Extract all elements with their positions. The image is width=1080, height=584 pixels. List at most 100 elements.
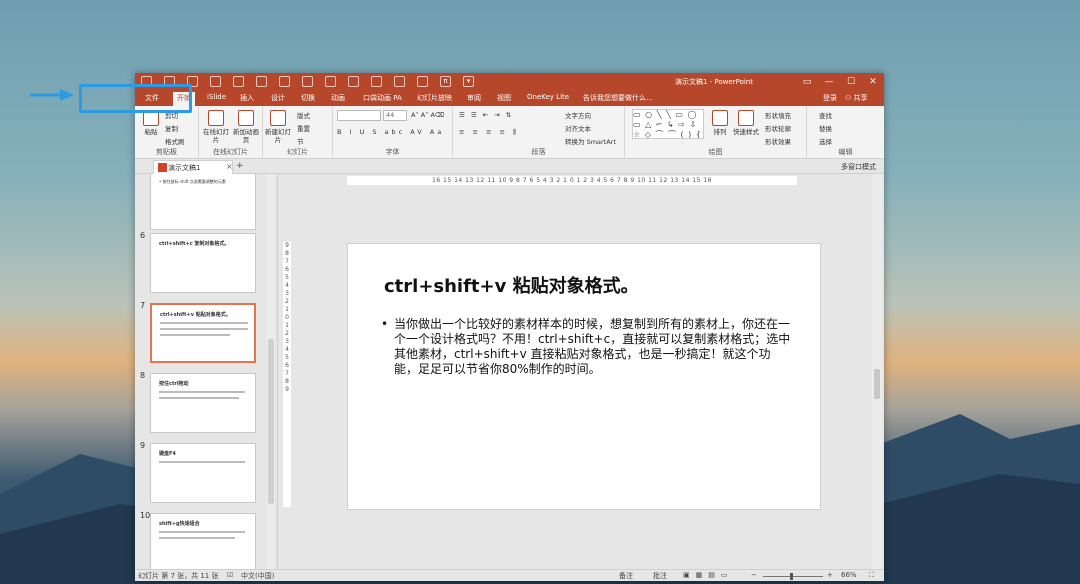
find-button[interactable]: 查找 <box>819 110 832 120</box>
text-icon[interactable] <box>394 76 405 87</box>
shape-fill-button[interactable]: 形状填充 <box>765 110 791 120</box>
tab-insert[interactable]: 插入 <box>240 93 254 103</box>
quick-styles-button[interactable]: 快速样式 <box>731 110 761 136</box>
start-slideshow-icon[interactable] <box>233 76 244 87</box>
online-slides-label: 在线幻灯片 <box>203 128 229 144</box>
new-animation-page-button[interactable]: 新加动画页 <box>233 110 259 144</box>
slide-thumbnail[interactable]: ctrl+shift+c 复制对象格式。 <box>150 233 256 293</box>
tell-me-box[interactable]: 告诉我您想要做什么... <box>583 93 653 103</box>
tab-slideshow[interactable]: 幻灯片放映 <box>417 93 452 103</box>
slide-thumbnail[interactable]: shift+g快速组合 <box>150 513 256 569</box>
pi-icon[interactable]: π <box>440 76 451 87</box>
font-label: 字体 <box>385 148 400 156</box>
list-buttons[interactable]: ☰ ☰ ⇤ ⇥ ⇅ <box>459 111 513 119</box>
language-status[interactable]: 中文(中国) <box>241 571 274 581</box>
reset-button[interactable]: 重置 <box>297 123 310 133</box>
multi-window-toggle[interactable]: 多窗口模式 <box>841 162 876 172</box>
slide-title[interactable]: ctrl+shift+v 粘贴对象格式。 <box>384 272 639 298</box>
slide-canvas[interactable]: ctrl+shift+v 粘贴对象格式。 • 当你做出一个比较好的素材样本的时候… <box>347 243 821 510</box>
section-button[interactable]: 节 <box>297 136 304 146</box>
paste-format-icon[interactable] <box>279 76 290 87</box>
slide-number: 9 <box>140 441 146 450</box>
document-tab[interactable]: 演示文稿1 × <box>153 160 233 174</box>
editor-scroll-thumb[interactable] <box>874 369 880 399</box>
format-painter-button[interactable]: 格式刷 <box>165 136 185 146</box>
tab-view[interactable]: 视图 <box>497 93 511 103</box>
new-slide-button[interactable]: 新建幻灯片 <box>265 110 291 144</box>
thumbnail-title: ctrl+shift+c 复制对象格式。 <box>159 241 230 247</box>
slide-thumbnail[interactable]: 按住ctrl拖动 <box>150 373 256 433</box>
align-buttons[interactable]: ≡ ≡ ≡ ≡ ⫼ <box>459 128 519 137</box>
comments-button[interactable]: 批注 <box>653 571 667 581</box>
font-size-controls[interactable]: A˄ A˅ A⌫ <box>411 111 444 119</box>
shape-outline-button[interactable]: 形状轮廓 <box>765 123 791 133</box>
layout-button[interactable]: 版式 <box>297 110 310 120</box>
tab-onekey[interactable]: OneKey Lite <box>527 93 569 101</box>
font-color-icon[interactable] <box>348 76 359 87</box>
shape-icon[interactable] <box>302 76 313 87</box>
text-direction-button[interactable]: 文字方向 <box>565 110 591 120</box>
copy-format-icon[interactable] <box>256 76 267 87</box>
copy-button[interactable]: 复制 <box>165 123 178 133</box>
arrange-button[interactable]: 排列 <box>707 110 733 136</box>
shape-effects-button[interactable]: 形状效果 <box>765 136 791 146</box>
online-slides-button[interactable]: 在线幻灯片 <box>203 110 229 144</box>
minimize-icon[interactable]: — <box>818 73 840 91</box>
share-label: 共享 <box>853 94 868 102</box>
tab-transitions[interactable]: 切换 <box>301 93 315 103</box>
thumbnail-title: ctrl+shift+v 粘贴对象格式。 <box>160 312 231 318</box>
align-icon[interactable] <box>325 76 336 87</box>
new-animation-page-label: 新加动画页 <box>233 128 259 144</box>
powerpoint-window: π ▾ 演示文稿1 - PowerPoint ▭ — ☐ ✕ 文件 开始 iSl… <box>135 73 884 581</box>
tab-islide[interactable]: iSlide <box>207 93 226 101</box>
title-bar: π ▾ 演示文稿1 - PowerPoint ▭ — ☐ ✕ <box>135 73 884 91</box>
font-name-field[interactable] <box>337 110 381 121</box>
zoom-slider[interactable] <box>763 576 823 577</box>
group-editing: 查找 替换 选择 编辑 <box>807 106 884 159</box>
thumbnail-scroll-thumb[interactable] <box>268 339 274 504</box>
tab-design[interactable]: 设计 <box>271 93 285 103</box>
spellcheck-icon[interactable]: ☑ <box>227 571 233 579</box>
pen-icon[interactable] <box>417 76 428 87</box>
ribbon-tabs: 文件 开始 iSlide 插入 设计 切换 动画 口袋动画 PA 幻灯片放映 审… <box>135 91 884 106</box>
replace-button[interactable]: 替换 <box>819 123 832 133</box>
fit-window-icon[interactable]: ⛶ <box>869 571 874 580</box>
smartart-button[interactable]: 转换为 SmartArt <box>565 136 616 146</box>
slide-thumbnail[interactable]: • 按住鼠标 shift 点选需要调整的元素 <box>150 174 256 230</box>
slide-thumbnail-selected[interactable]: ctrl+shift+v 粘贴对象格式。 <box>150 303 256 363</box>
thumbnail-text-line <box>159 397 239 399</box>
tab-close-icon[interactable]: × <box>226 162 233 171</box>
zoom-slider-knob[interactable] <box>790 573 793 580</box>
pa-icon[interactable] <box>371 76 382 87</box>
quick-styles-label: 快速样式 <box>733 128 759 136</box>
thumbnail-panel: • 按住鼠标 shift 点选需要调整的元素 6 ctrl+shift+c 复制… <box>135 174 278 569</box>
tab-review[interactable]: 审阅 <box>467 93 481 103</box>
more-icon[interactable]: ▾ <box>463 76 474 87</box>
clipboard-label: 剪贴板 <box>156 148 177 156</box>
close-icon[interactable]: ✕ <box>862 73 884 91</box>
document-tab-label: 演示文稿1 <box>168 164 201 172</box>
redo-icon[interactable] <box>210 76 221 87</box>
select-button[interactable]: 选择 <box>819 136 832 146</box>
view-buttons[interactable]: ▣▦▤▭ <box>683 571 733 579</box>
slide-bullet-text: 当你做出一个比较好的素材样本的时候，想复制到所有的素材上，你还在一个一个设计格式… <box>394 317 791 376</box>
font-size-field[interactable]: 44 <box>383 110 407 121</box>
slide-thumbnail[interactable]: 键盘F4 <box>150 443 256 503</box>
font-style-buttons[interactable]: B I U S abc AV Aa <box>337 128 444 136</box>
add-tab-icon[interactable]: + <box>236 161 244 171</box>
share-button[interactable]: ⚇ 共享 <box>845 93 868 103</box>
ribbon-display-icon[interactable]: ▭ <box>796 73 818 91</box>
maximize-icon[interactable]: ☐ <box>840 73 862 91</box>
login-link[interactable]: 登录 <box>823 93 837 103</box>
zoom-level[interactable]: 66% <box>841 571 857 579</box>
notes-button[interactable]: 备注 <box>619 571 633 581</box>
zoom-in-icon[interactable]: + <box>827 571 833 579</box>
zoom-out-icon[interactable]: − <box>751 571 757 579</box>
paste-button[interactable]: 粘贴 <box>138 110 164 136</box>
group-slides: 新建幻灯片 版式 重置 节 幻灯片 <box>263 106 333 159</box>
tab-animations[interactable]: 动画 <box>331 93 345 103</box>
tab-pocket-animation[interactable]: 口袋动画 PA <box>363 93 402 103</box>
shapes-gallery[interactable]: ▭ ○ ╲ ╲ ▭ ◯ ▭ △ ⌐ ↳ ⇨ ⇩ ☆ ◇ ⌒ ⌒ ( ) { } <box>632 109 704 139</box>
align-text-button[interactable]: 对齐文本 <box>565 123 591 133</box>
online-slides-group-label: 在线幻灯片 <box>213 148 248 156</box>
